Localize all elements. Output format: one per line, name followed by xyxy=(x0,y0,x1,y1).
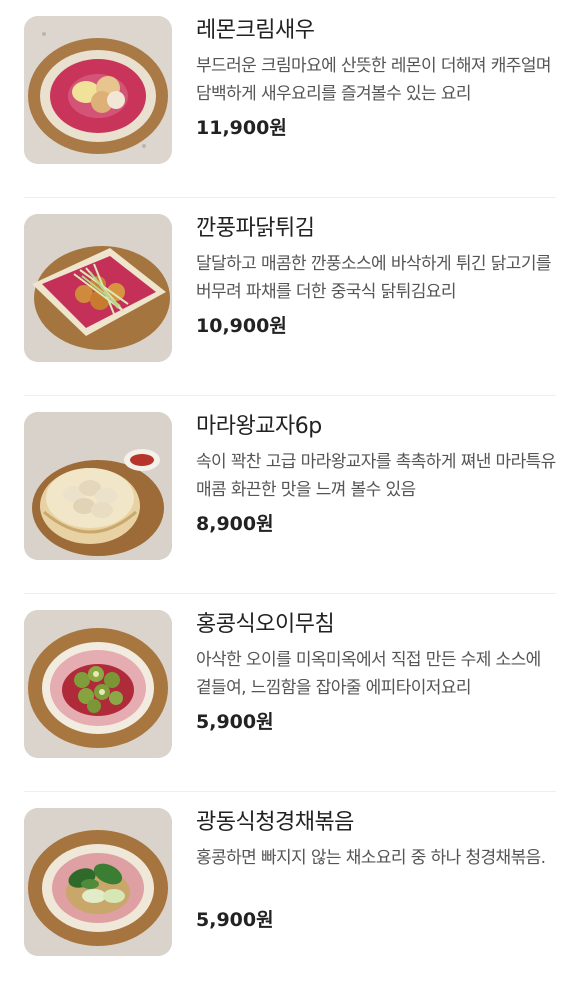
menu-item-description: 달달하고 매콤한 깐풍소스에 바삭하게 튀긴 닭고기를 버무려 파채를 더한 중… xyxy=(196,254,552,302)
menu-item-price: 8,900원 xyxy=(196,513,274,535)
menu-item[interactable]: 깐풍파닭튀김 달달하고 매콤한 깐풍소스에 바삭하게 튀긴 닭고기를 버무려 파… xyxy=(24,198,556,396)
menu-item-description: 홍콩하면 빠지지 않는 채소요리 중 하나 청경채볶음. xyxy=(196,848,546,868)
menu-item-description: 아삭한 오이를 미옥미옥에서 직접 만든 수제 소스에 곁들여, 느낌함을 잡아… xyxy=(196,650,541,698)
menu-item-image xyxy=(24,610,172,758)
menu-item-name: 레몬크림새우 xyxy=(196,18,315,43)
menu-item-price: 5,900원 xyxy=(196,711,274,733)
menu-list: 레몬크림새우 부드러운 크림마요에 산뜻한 레몬이 더해져 캐주얼며 담백하게 … xyxy=(0,0,580,990)
menu-item-price: 10,900원 xyxy=(196,315,287,337)
menu-item-price: 11,900원 xyxy=(196,117,287,139)
menu-item[interactable]: 레몬크림새우 부드러운 크림마요에 산뜻한 레몬이 더해져 캐주얼며 담백하게 … xyxy=(24,0,556,198)
menu-item-price: 5,900원 xyxy=(196,909,274,931)
menu-item-image xyxy=(24,412,172,560)
menu-item-description: 속이 꽉찬 고급 마라왕교자를 촉촉하게 쪄낸 마라특유 매콤 화끈한 맛을 느… xyxy=(196,452,556,500)
menu-item-name: 광동식청경채볶음 xyxy=(196,810,354,835)
menu-item-image xyxy=(24,16,172,164)
menu-item[interactable]: 마라왕교자6p 속이 꽉찬 고급 마라왕교자를 촉촉하게 쪄낸 마라특유 매콤 … xyxy=(24,396,556,594)
menu-item-name: 마라왕교자6p xyxy=(196,414,322,439)
menu-item-name: 깐풍파닭튀김 xyxy=(196,216,315,241)
menu-item-image xyxy=(24,808,172,956)
menu-item[interactable]: 홍콩식오이무침 아삭한 오이를 미옥미옥에서 직접 만든 수제 소스에 곁들여,… xyxy=(24,594,556,792)
menu-item-description: 부드러운 크림마요에 산뜻한 레몬이 더해져 캐주얼며 담백하게 새우요리를 즐… xyxy=(196,56,552,104)
menu-item[interactable]: 광동식청경채볶음 홍콩하면 빠지지 않는 채소요리 중 하나 청경채볶음. 5,… xyxy=(24,792,556,990)
menu-item-image xyxy=(24,214,172,362)
menu-item-name: 홍콩식오이무침 xyxy=(196,612,335,637)
